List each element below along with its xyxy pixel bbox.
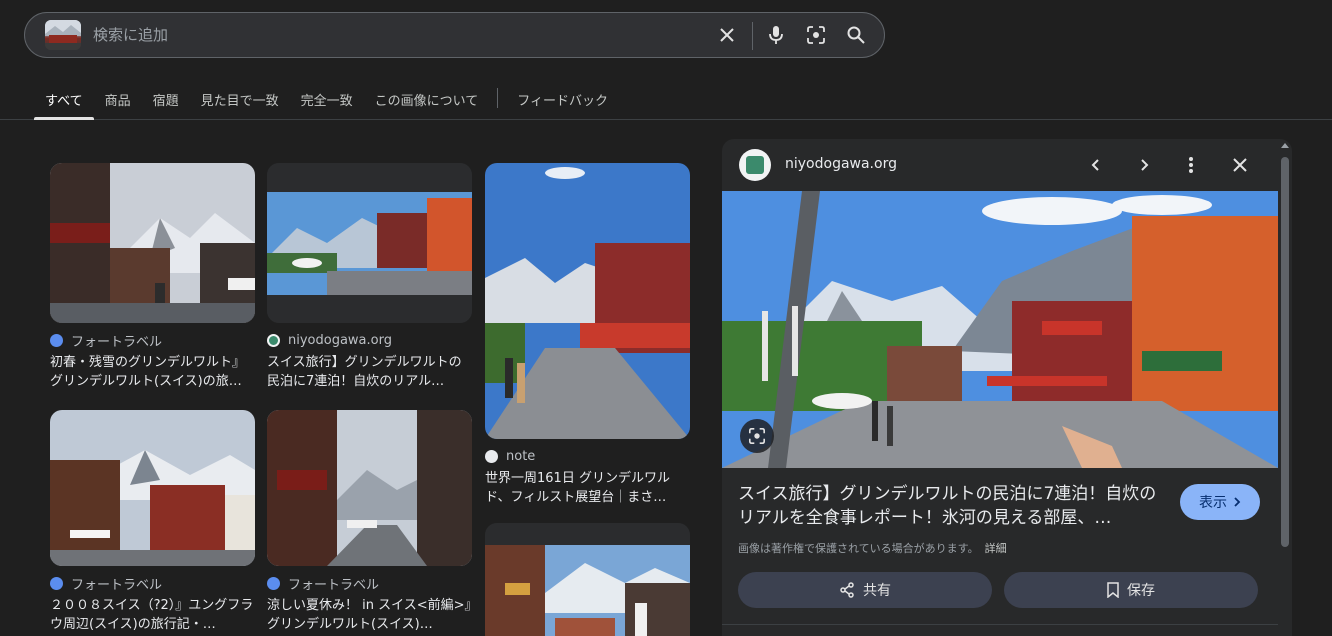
niyodogawa-site-icon (267, 333, 280, 347)
result-source: フォートラベル (71, 577, 163, 593)
result-image[interactable] (485, 163, 690, 439)
top-bar: すべて 商品 宿題 見た目で一致 完全一致 この画像について フィードバック (0, 0, 1332, 120)
result-image[interactable] (267, 410, 472, 566)
travel-site-icon (267, 576, 280, 590)
site-logo-icon[interactable] (739, 149, 771, 181)
result-card[interactable]: niyodogawa.org スイス旅行】グリンデルワルトの民泊に7連泊！自炊の… (267, 163, 472, 391)
panel-divider (722, 624, 1278, 625)
search-input[interactable] (93, 21, 693, 49)
result-card[interactable]: フォートラベル 初春・残雪のグリンデルワルト』グリンデルワルト(スイス)の旅… (50, 163, 255, 391)
result-image[interactable] (485, 523, 690, 636)
panel-scrollbar[interactable] (1278, 139, 1292, 636)
result-image[interactable] (50, 410, 255, 566)
result-title[interactable]: スイス旅行】グリンデルワルトの民泊に7連泊！自炊のリアル… (267, 353, 472, 391)
tab-feedback[interactable]: フィードバック (506, 82, 619, 120)
result-card[interactable]: フォートラベル 涼しい夏休み！ in スイス<前編>』グリンデルワルト(スイス)… (267, 410, 472, 634)
bookmark-icon (1107, 582, 1119, 598)
travel-site-icon (50, 333, 63, 347)
tab-homework[interactable]: 宿題 (142, 82, 190, 120)
result-title[interactable]: 涼しい夏休み！ in スイス<前編>』グリンデルワルト(スイス)… (267, 596, 472, 634)
save-label: 保存 (1127, 583, 1155, 599)
chevron-right-icon[interactable] (1132, 153, 1156, 177)
result-source: niyodogawa.org (288, 332, 392, 348)
filter-tabs: すべて 商品 宿題 見た目で一致 完全一致 この画像について フィードバック (34, 82, 619, 120)
share-label: 共有 (863, 583, 891, 599)
panel-preview-image[interactable] (722, 191, 1278, 468)
share-button[interactable]: 共有 (738, 572, 992, 608)
chevron-right-icon (1234, 497, 1241, 507)
tab-products[interactable]: 商品 (94, 82, 142, 120)
search-bar[interactable] (24, 12, 885, 58)
result-title[interactable]: ２００８スイス（?2）』ユングフラウ周辺(スイス)の旅行記・… (50, 596, 255, 634)
result-source: フォートラベル (71, 334, 163, 350)
result-card[interactable]: フォートラベル ２００８スイス（?2）』ユングフラウ周辺(スイス)の旅行記・… (50, 410, 255, 634)
tab-exact-matches[interactable]: 完全一致 (290, 82, 364, 120)
visit-button[interactable]: 表示 (1180, 484, 1260, 520)
tab-all[interactable]: すべて (34, 82, 94, 120)
tab-divider (497, 88, 499, 108)
copyright-text: 画像は著作権で保護されている場合があります。 (738, 542, 979, 555)
share-icon (840, 582, 854, 598)
result-image[interactable] (50, 163, 255, 323)
more-options-icon[interactable] (1179, 153, 1203, 177)
note-site-icon (485, 449, 498, 463)
mic-icon[interactable] (765, 24, 787, 46)
save-button[interactable]: 保存 (1004, 572, 1258, 608)
copyright-notice: 画像は著作権で保護されている場合があります。 詳細 (738, 540, 1007, 556)
search-divider (752, 22, 753, 50)
result-image[interactable] (267, 163, 472, 323)
travel-site-icon (50, 576, 63, 590)
lens-icon[interactable] (805, 24, 827, 46)
tab-visual-matches[interactable]: 見た目で一致 (190, 82, 290, 120)
chevron-left-icon[interactable] (1084, 153, 1108, 177)
result-source: フォートラベル (288, 577, 380, 593)
panel-header: niyodogawa.org (722, 139, 1292, 191)
details-link[interactable]: 詳細 (985, 542, 1007, 555)
visual-search-icon[interactable] (740, 419, 774, 453)
visit-label: 表示 (1199, 495, 1227, 511)
result-card[interactable]: note 世界一周161日 グリンデルワルド、フィルスト展望台｜まさ… (485, 163, 690, 507)
search-icon[interactable] (845, 24, 867, 46)
search-image-thumbnail[interactable] (45, 20, 81, 50)
result-source: note (506, 448, 536, 464)
tab-about-image[interactable]: この画像について (364, 82, 490, 120)
scroll-up-arrow-icon[interactable] (1281, 143, 1289, 148)
result-card[interactable] (485, 523, 690, 636)
result-title[interactable]: 初春・残雪のグリンデルワルト』グリンデルワルト(スイス)の旅… (50, 353, 255, 391)
result-title[interactable]: 世界一周161日 グリンデルワルド、フィルスト展望台｜まさ… (485, 469, 690, 507)
panel-domain[interactable]: niyodogawa.org (785, 156, 897, 172)
close-icon[interactable] (716, 24, 738, 46)
detail-panel: niyodogawa.org スイス旅行】グリンデルワルトの民泊に7連泊！自炊の… (722, 139, 1292, 636)
close-panel-icon[interactable] (1228, 153, 1252, 177)
scrollbar-thumb[interactable] (1281, 157, 1289, 547)
panel-title[interactable]: スイス旅行】グリンデルワルトの民泊に7連泊！自炊のリアルを全食事レポート！氷河の… (738, 482, 1168, 530)
